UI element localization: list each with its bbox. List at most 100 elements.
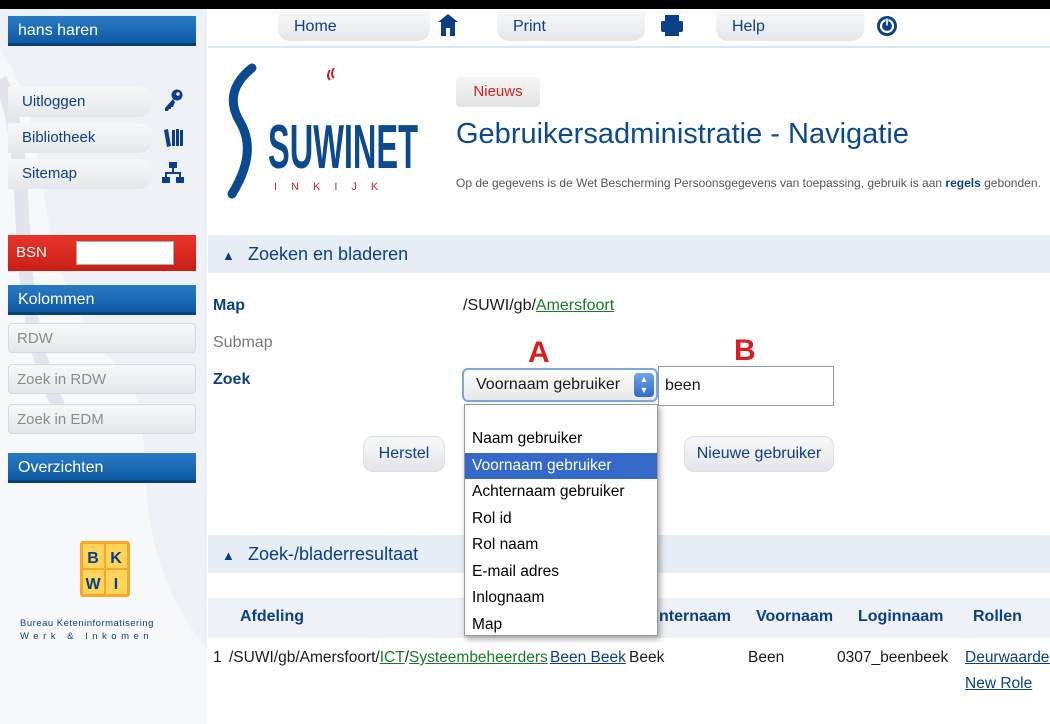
bkwi-letter: B bbox=[87, 550, 99, 567]
dropdown-option[interactable]: Rol naam bbox=[465, 532, 657, 559]
user-name-header: hans haren bbox=[8, 16, 196, 46]
privacy-text-end: gebonden. bbox=[980, 176, 1041, 190]
role-link[interactable]: Deurwaarder bbox=[965, 649, 1050, 666]
column-header-rollen[interactable]: Rollen bbox=[973, 608, 1022, 626]
bkwi-logo: B K W I bbox=[80, 541, 130, 597]
table-cell-achternaam: Beek bbox=[629, 649, 665, 666]
dropdown-option[interactable]: Achternaam gebruiker bbox=[465, 479, 657, 506]
bkwi-letter: I bbox=[114, 576, 118, 593]
collapse-icon: ▲ bbox=[222, 248, 235, 263]
sitemap-icon bbox=[162, 162, 184, 183]
bkwi-name: Bureau Keteninformatisering Werk & Inkom… bbox=[20, 618, 195, 642]
sidebar-item-label: Zoek in EDM bbox=[17, 411, 104, 428]
table-cell-rollen: Deurwaarder New Role bbox=[965, 645, 1050, 697]
table-cell-loginnaam: 0307_beenbeek bbox=[837, 649, 949, 666]
table-cell-afdeling: /SUWI/gb/Amersfoort/ICT/Systeembeheerder… bbox=[229, 649, 548, 667]
dropdown-option[interactable]: Inlognaam bbox=[465, 585, 657, 612]
column-header-loginnaam[interactable]: Loginnaam bbox=[858, 608, 943, 626]
role-link[interactable]: New Role bbox=[965, 675, 1032, 692]
user-name-link[interactable]: Been Beek bbox=[550, 649, 626, 666]
top-black-border bbox=[0, 0, 1050, 9]
sitemap-label: Sitemap bbox=[22, 165, 78, 182]
search-label: Zoek bbox=[213, 371, 251, 388]
nav-help-tab[interactable]: Help bbox=[716, 12, 864, 41]
overviews-title: Overzichten bbox=[18, 459, 104, 476]
map-path-link[interactable]: Amersfoort bbox=[536, 297, 614, 314]
key-icon bbox=[165, 89, 183, 111]
bsn-label: BSN bbox=[16, 244, 47, 261]
library-link[interactable]: Bibliotheek bbox=[8, 123, 153, 153]
nav-home-label: Home bbox=[294, 18, 337, 35]
dropdown-option[interactable]: Rol id bbox=[465, 506, 657, 533]
logo-wordmark: SUWINET bbox=[268, 113, 418, 182]
afdeling-systeembeheerders-link[interactable]: Systeembeheerders bbox=[409, 649, 548, 666]
columns-header: Kolommen bbox=[8, 285, 196, 315]
logout-label: Uitloggen bbox=[22, 93, 86, 110]
dropdown-option[interactable]: E-mail adres bbox=[465, 559, 657, 586]
sitemap-link[interactable]: Sitemap bbox=[8, 159, 153, 189]
bkwi-letter: W bbox=[85, 576, 101, 593]
suwinet-logo[interactable]: SUWINET INKIJK bbox=[222, 62, 422, 202]
map-path: /SUWI/gb/Amersfoort bbox=[463, 297, 614, 315]
page-title: Gebruikersadministratie - Navigatie bbox=[456, 118, 909, 150]
afdeling-ict-link[interactable]: ICT bbox=[380, 649, 405, 666]
overviews-header[interactable]: Overzichten bbox=[8, 453, 196, 483]
books-icon bbox=[164, 129, 183, 147]
bkwi-letter: K bbox=[110, 550, 122, 567]
select-arrows-icon: ▲ ▼ bbox=[634, 373, 654, 397]
user-name: hans haren bbox=[18, 22, 99, 39]
bsn-input[interactable] bbox=[76, 241, 174, 265]
search-section-header[interactable]: ▲ Zoeken en bladeren bbox=[208, 235, 1050, 273]
bsn-search-box: BSN bbox=[8, 235, 196, 271]
privacy-notice: Op de gegevens is de Wet Bescherming Per… bbox=[456, 176, 1041, 190]
rules-link[interactable]: regels bbox=[945, 176, 980, 190]
new-user-button[interactable]: Nieuwe gebruiker bbox=[684, 436, 834, 472]
reset-button[interactable]: Herstel bbox=[363, 436, 445, 472]
logo-subtitle: INKIJK bbox=[274, 181, 392, 193]
nav-divider bbox=[208, 46, 1050, 48]
column-header-afdeling[interactable]: Afdeling bbox=[240, 608, 304, 626]
table-cell-voornaam: Been bbox=[748, 649, 785, 666]
house-icon[interactable] bbox=[437, 12, 459, 38]
printer-icon[interactable] bbox=[660, 12, 684, 38]
map-label: Map bbox=[213, 297, 245, 314]
reset-label: Herstel bbox=[378, 445, 430, 462]
sidebar-item-label: Zoek in RDW bbox=[17, 371, 107, 388]
sidebar-item-zoek-in-edm[interactable]: Zoek in EDM bbox=[8, 404, 196, 434]
privacy-text: Op de gegevens is de Wet Bescherming Per… bbox=[456, 176, 946, 190]
sidebar-item-rdw[interactable]: RDW bbox=[8, 323, 196, 353]
map-path-prefix: /SUWI/gb/ bbox=[463, 297, 536, 314]
dropdown-option-selected[interactable]: Voornaam gebruiker bbox=[465, 452, 657, 479]
nav-help-label: Help bbox=[732, 18, 765, 35]
annotation-a: A bbox=[528, 336, 550, 369]
search-input[interactable] bbox=[658, 366, 834, 406]
library-label: Bibliotheek bbox=[22, 129, 96, 146]
news-button[interactable]: Nieuws bbox=[456, 77, 540, 107]
row-index: 1 bbox=[213, 649, 222, 666]
submap-label: Submap bbox=[213, 334, 273, 351]
afdeling-prefix: /SUWI/gb/Amersfoort/ bbox=[229, 649, 380, 666]
collapse-icon: ▲ bbox=[222, 548, 235, 563]
section-title: Zoek-/bladerresultaat bbox=[248, 544, 419, 564]
bkwi-line2: Werk & Inkomen bbox=[20, 631, 154, 642]
search-field-dropdown: Naam gebruiker Voornaam gebruiker Achter… bbox=[464, 404, 658, 636]
nav-print-label: Print bbox=[513, 18, 546, 35]
sidebar-item-zoek-in-rdw[interactable]: Zoek in RDW bbox=[8, 364, 196, 394]
column-header-achternaam[interactable]: nternaam bbox=[659, 608, 731, 626]
new-user-label: Nieuwe gebruiker bbox=[696, 445, 822, 462]
column-header-voornaam[interactable]: Voornaam bbox=[756, 608, 833, 626]
nav-home-tab[interactable]: Home bbox=[278, 12, 430, 41]
search-field-select[interactable]: Voornaam gebruiker ▲ ▼ bbox=[462, 368, 658, 402]
bkwi-line1: Bureau Keteninformatisering bbox=[20, 618, 154, 629]
table-cell-naam: Been Beek bbox=[550, 649, 626, 667]
nav-print-tab[interactable]: Print bbox=[497, 12, 645, 41]
news-label: Nieuws bbox=[473, 83, 523, 100]
annotation-b: B bbox=[734, 334, 756, 367]
dropdown-option[interactable]: Naam gebruiker bbox=[465, 426, 657, 453]
power-icon[interactable] bbox=[876, 13, 898, 39]
dropdown-option[interactable]: Map bbox=[465, 612, 657, 639]
section-title: Zoeken en bladeren bbox=[248, 244, 409, 264]
sidebar-item-label: RDW bbox=[17, 330, 53, 347]
select-value: Voornaam gebruiker bbox=[476, 376, 621, 393]
logout-link[interactable]: Uitloggen bbox=[8, 87, 153, 117]
